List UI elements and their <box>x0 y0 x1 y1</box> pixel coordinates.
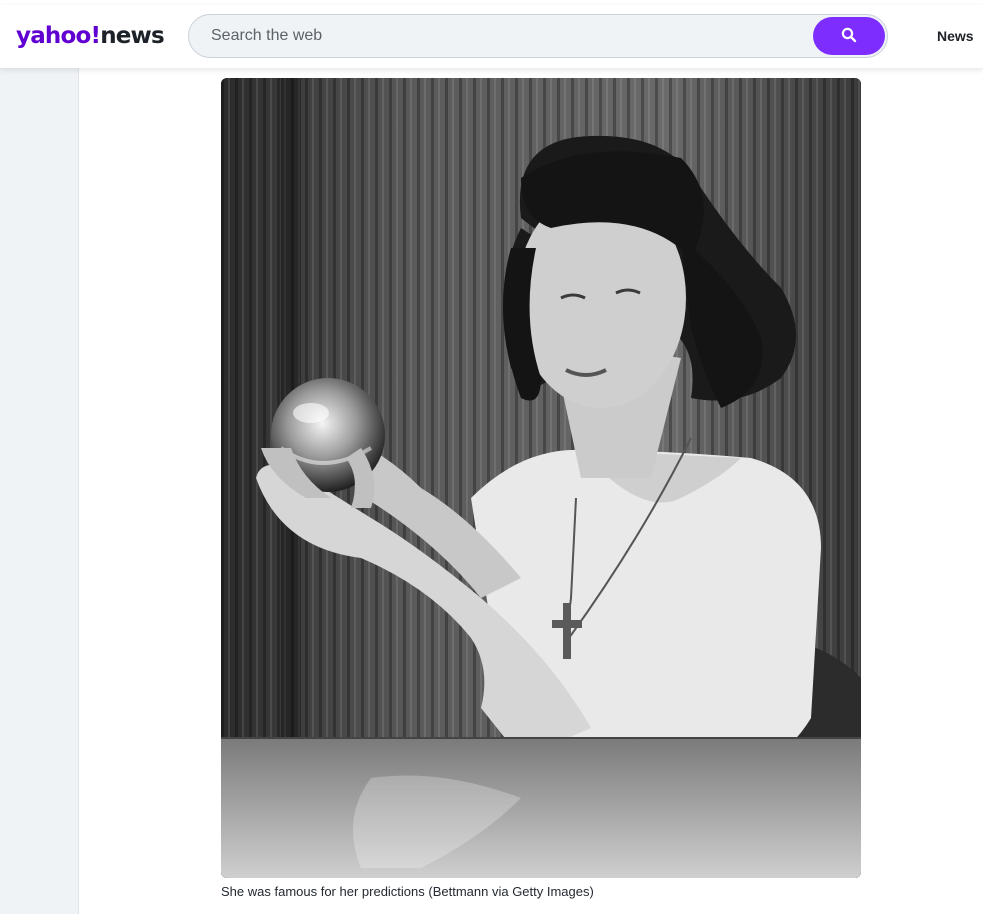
site-header: yahoo!news News <box>0 5 983 68</box>
search-icon <box>841 27 857 46</box>
article-photo <box>221 78 861 878</box>
search-button[interactable] <box>813 17 885 55</box>
search-bar <box>188 14 888 58</box>
nav-news-link[interactable]: News <box>937 28 974 44</box>
image-caption: She was famous for her predictions (Bett… <box>221 884 594 899</box>
yahoo-news-logo[interactable]: yahoo!news <box>16 22 165 50</box>
logo-brand-text: yahoo! <box>16 23 101 49</box>
left-rail <box>0 68 79 914</box>
search-input[interactable] <box>211 15 801 57</box>
logo-section-text: news <box>100 23 165 49</box>
